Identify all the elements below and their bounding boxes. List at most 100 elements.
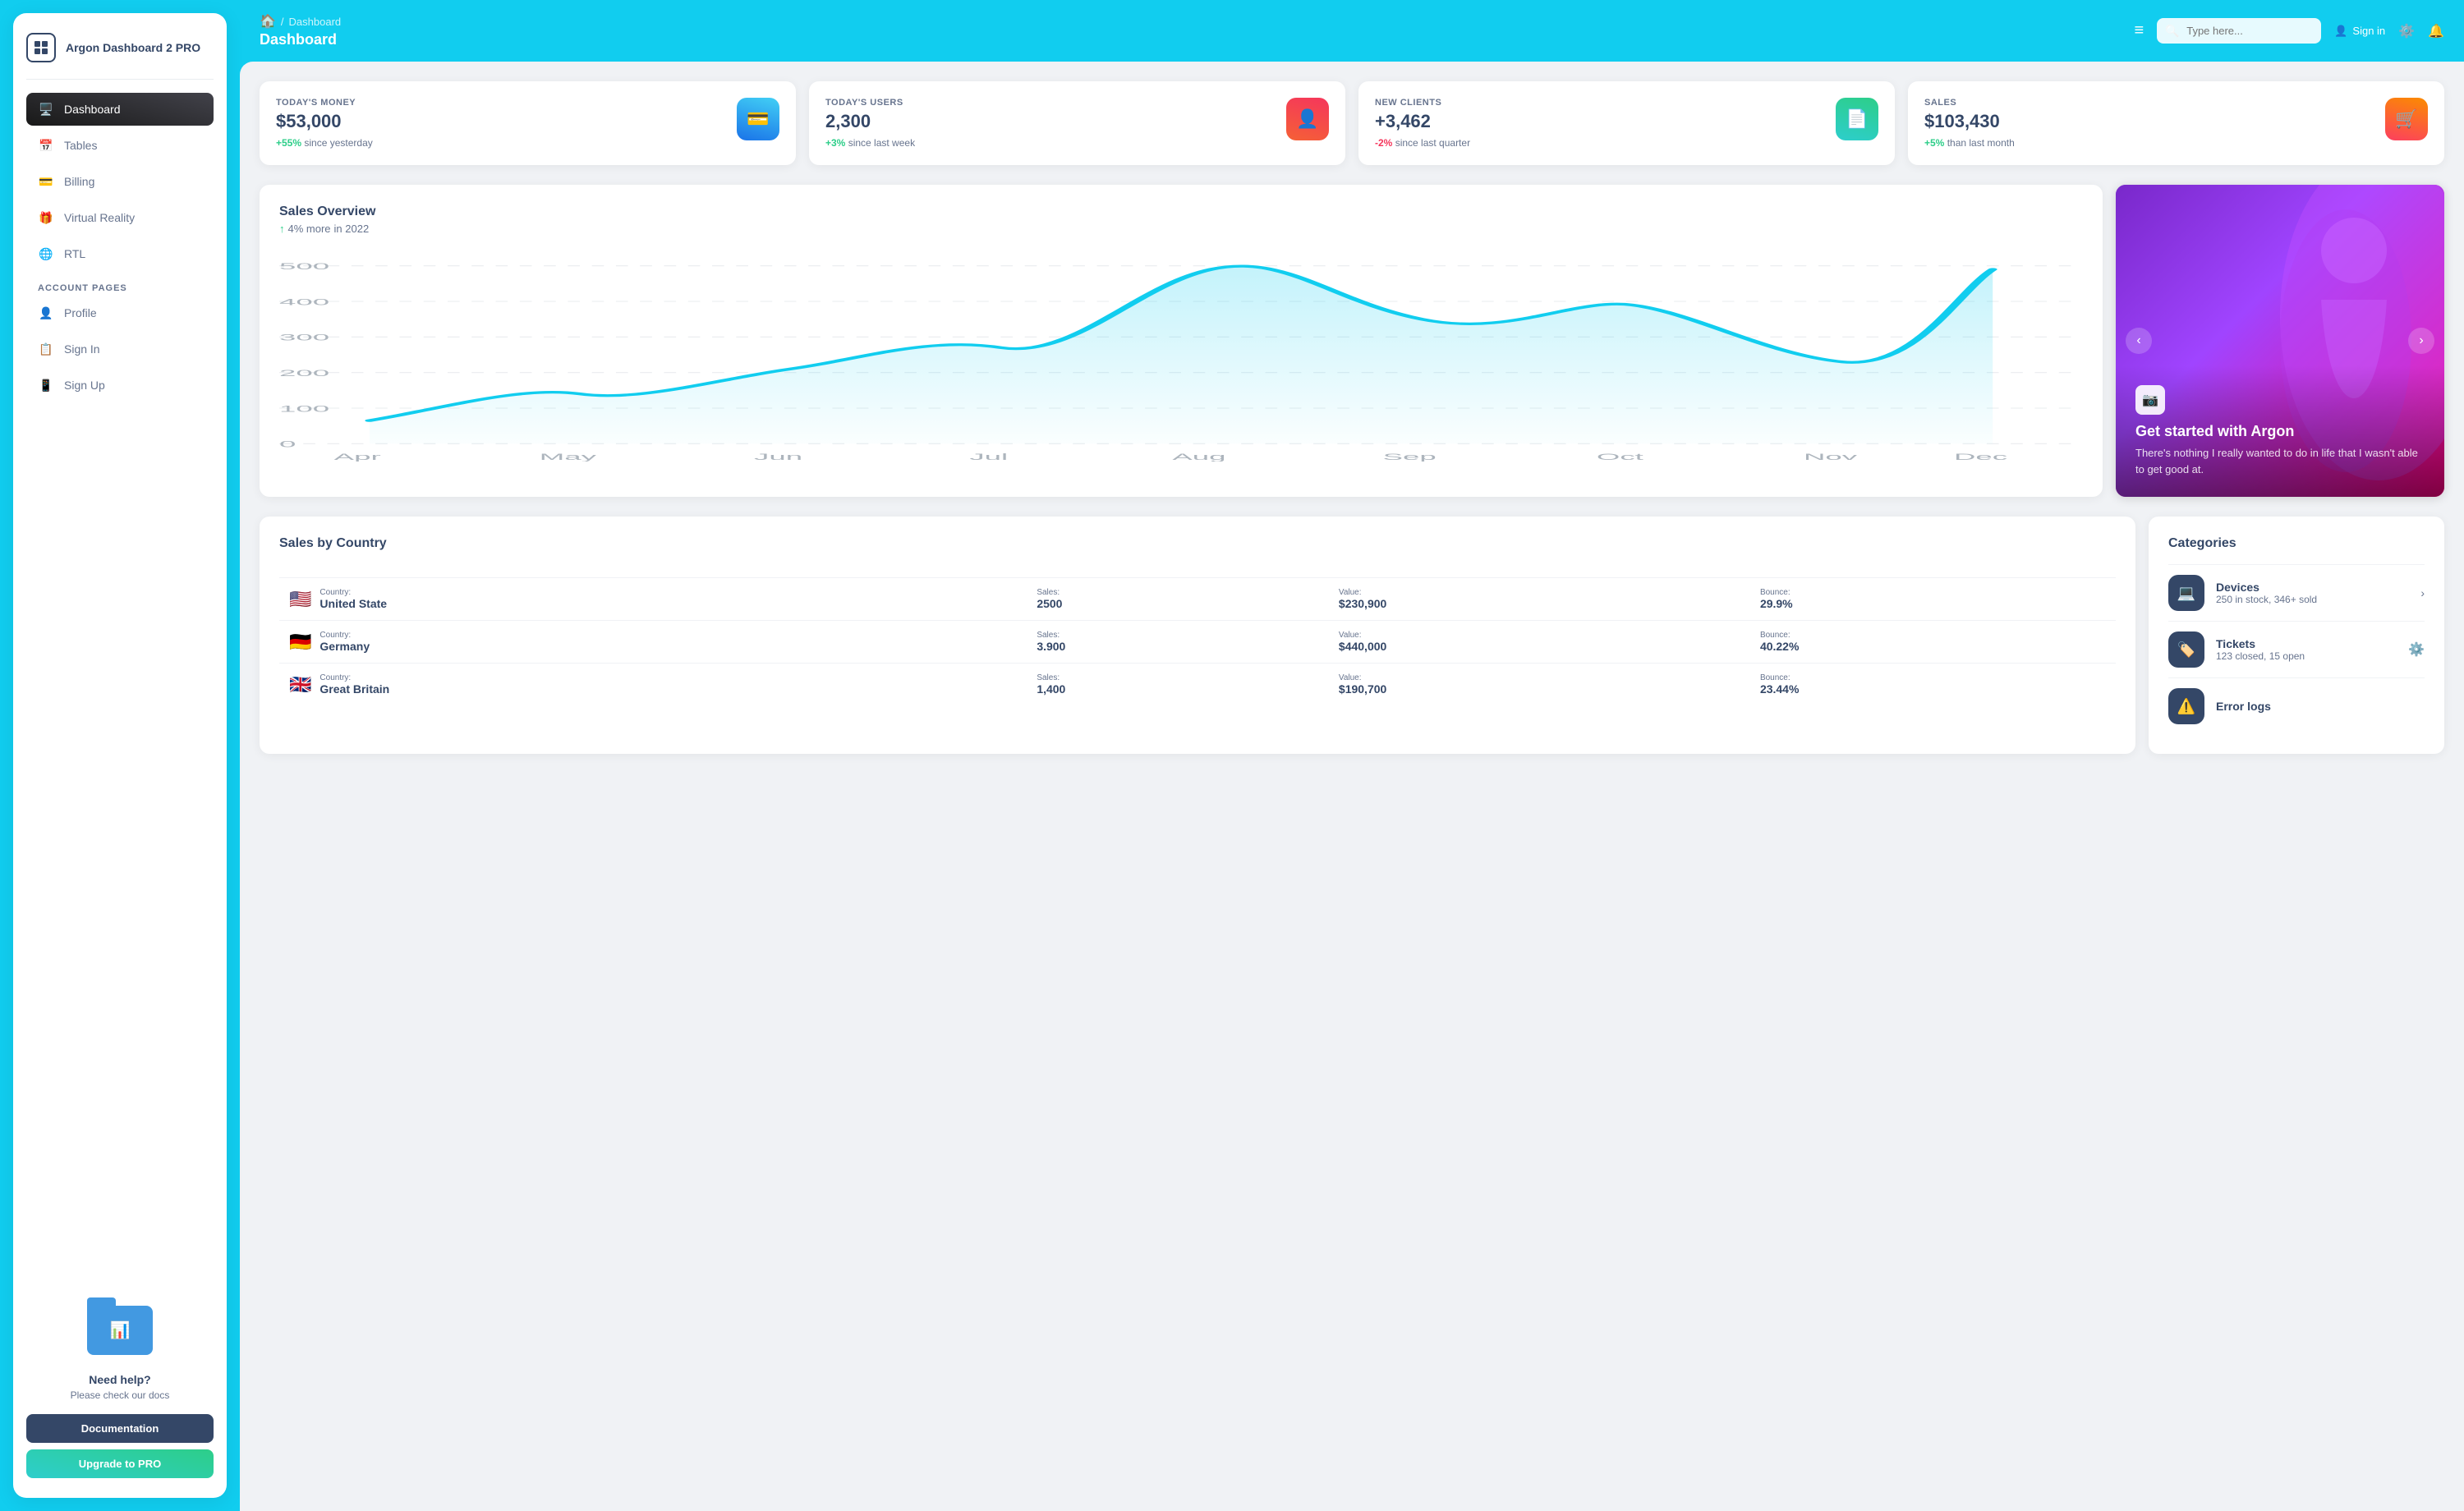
help-illustration: [83, 1306, 157, 1363]
notification-icon[interactable]: 🔔: [2428, 23, 2444, 39]
svg-text:Jul: Jul: [969, 452, 1008, 462]
category-name: Devices: [2216, 581, 2409, 594]
sign-in-button[interactable]: 👤 Sign in: [2334, 25, 2385, 38]
breadcrumb-page: Dashboard: [289, 16, 342, 28]
category-sub: 250 in stock, 346+ sold: [2216, 594, 2409, 605]
country-label: Country:: [319, 631, 370, 640]
profile-icon: 👤: [38, 305, 54, 321]
col-country: [279, 564, 1027, 578]
country-label: Country:: [319, 673, 389, 682]
sidebar-item-virtual-reality[interactable]: 🎁 Virtual Reality: [26, 201, 214, 234]
svg-text:Jun: Jun: [754, 452, 802, 462]
svg-text:0: 0: [279, 439, 296, 449]
stat-card-clients: NEW CLIENTS +3,462 -2% since last quarte…: [1358, 81, 1895, 165]
bounce-label: Bounce:: [1760, 631, 2106, 640]
col-value: [1329, 564, 1750, 578]
menu-icon[interactable]: ≡: [2135, 21, 2145, 40]
categories-card: Categories 💻 Devices 250 in stock, 346+ …: [2149, 517, 2444, 754]
promo-prev-button[interactable]: ‹: [2126, 328, 2152, 354]
promo-next-button[interactable]: ›: [2408, 328, 2434, 354]
sidebar-item-profile[interactable]: 👤 Profile: [26, 296, 214, 329]
dashboard-icon: 🖥️: [38, 101, 54, 117]
devices-icon: 💻: [2168, 575, 2204, 611]
bounce-cell: Bounce: 29.9%: [1750, 578, 2116, 621]
chevron-right-icon[interactable]: ›: [2420, 586, 2425, 599]
sidebar-item-billing[interactable]: 💳 Billing: [26, 165, 214, 198]
sales-value: 2500: [1037, 597, 1062, 610]
svg-text:Nov: Nov: [1804, 452, 1858, 462]
stat-card-info: TODAY'S MONEY $53,000 +55% since yesterd…: [276, 98, 737, 149]
stat-value: $53,000: [276, 111, 737, 132]
stat-icon-money: 💳: [737, 98, 779, 140]
breadcrumb-separator: /: [281, 16, 284, 28]
svg-text:Aug: Aug: [1172, 452, 1225, 462]
search-wrapper: 🔍: [2157, 18, 2321, 44]
stat-card-info: SALES $103,430 +5% than last month: [1924, 98, 2385, 149]
svg-text:100: 100: [279, 404, 329, 414]
sidebar-item-label: RTL: [64, 247, 85, 260]
stat-label: TODAY'S MONEY: [276, 98, 737, 108]
sales-by-country-card: Sales by Country: [260, 517, 2135, 754]
country-label: Country:: [319, 588, 387, 597]
stat-change-highlight: -2%: [1375, 137, 1392, 149]
svg-text:Apr: Apr: [334, 452, 381, 462]
stat-change: -2% since last quarter: [1375, 137, 1836, 149]
stat-change-suffix: since last quarter: [1395, 137, 1470, 149]
promo-brand-icon: 📷: [2135, 385, 2165, 415]
chart-subtitle: ↑ 4% more in 2022: [279, 223, 2083, 235]
sidebar-item-sign-up[interactable]: 📱 Sign Up: [26, 369, 214, 402]
sales-overview-card: Sales Overview ↑ 4% more in 2022 500: [260, 185, 2103, 497]
search-input[interactable]: [2157, 18, 2321, 44]
home-icon[interactable]: 🏠: [260, 13, 276, 30]
middle-section: Sales Overview ↑ 4% more in 2022 500: [260, 185, 2444, 497]
sidebar-item-sign-in[interactable]: 📋 Sign In: [26, 333, 214, 365]
sidebar-item-label: Virtual Reality: [64, 211, 135, 224]
sales-value: 3.900: [1037, 640, 1065, 653]
country-name: Great Britain: [319, 682, 389, 696]
svg-text:500: 500: [279, 261, 329, 271]
stat-card-money: TODAY'S MONEY $53,000 +55% since yesterd…: [260, 81, 796, 165]
upgrade-button[interactable]: Upgrade to PRO: [26, 1449, 214, 1478]
stat-change-suffix: since yesterday: [304, 137, 372, 149]
billing-icon: 💳: [38, 173, 54, 190]
documentation-button[interactable]: Documentation: [26, 1414, 214, 1443]
sales-cell: Sales: 3.900: [1027, 621, 1329, 664]
settings-icon[interactable]: ⚙️: [2398, 23, 2415, 39]
stat-icon-sales: 🛒: [2385, 98, 2428, 140]
sidebar-item-dashboard[interactable]: 🖥️ Dashboard: [26, 93, 214, 126]
svg-text:400: 400: [279, 297, 329, 307]
stat-label: NEW CLIENTS: [1375, 98, 1836, 108]
sidebar-item-label: Sign Up: [64, 379, 105, 392]
stat-card-sales: SALES $103,430 +5% than last month 🛒: [1908, 81, 2444, 165]
stat-change-suffix: than last month: [1947, 137, 2015, 149]
svg-text:Oct: Oct: [1597, 452, 1644, 462]
sales-label: Sales:: [1037, 631, 1319, 640]
category-info: Devices 250 in stock, 346+ sold: [2216, 581, 2409, 605]
promo-card: ‹ › 📷 Get started with Argon There's not…: [2116, 185, 2444, 497]
value-label: Value:: [1339, 631, 1740, 640]
table-row: 🇬🇧 Country: Great Britain Sales: 1,400: [279, 664, 2116, 706]
sales-label: Sales:: [1037, 588, 1319, 597]
bounce-label: Bounce:: [1760, 673, 2106, 682]
category-item-tickets: 🏷️ Tickets 123 closed, 15 open ⚙️: [2168, 621, 2425, 677]
stat-change: +55% since yesterday: [276, 137, 737, 149]
flag-wrap: 🇺🇸 Country: United State: [289, 588, 1017, 610]
sales-value: 1,400: [1037, 682, 1065, 696]
gear-icon[interactable]: ⚙️: [2408, 641, 2425, 658]
country-name: Germany: [319, 640, 370, 653]
category-name: Tickets: [2216, 637, 2397, 650]
stat-icon-users: 👤: [1286, 98, 1329, 140]
country-cell: 🇩🇪 Country: Germany: [279, 621, 1027, 664]
table-header-row: [279, 564, 2116, 578]
value-value: $440,000: [1339, 640, 1386, 653]
sidebar-item-rtl[interactable]: 🌐 RTL: [26, 237, 214, 270]
bounce-cell: Bounce: 23.44%: [1750, 664, 2116, 706]
col-bounce: [1750, 564, 2116, 578]
value-cell: Value: $190,700: [1329, 664, 1750, 706]
sidebar-item-tables[interactable]: 📅 Tables: [26, 129, 214, 162]
stat-change: +5% than last month: [1924, 137, 2385, 149]
stat-card-info: TODAY'S USERS 2,300 +3% since last week: [825, 98, 1286, 149]
chart-subtitle-highlight: 4% more: [288, 223, 331, 235]
stat-label: TODAY'S USERS: [825, 98, 1286, 108]
stat-card-users: TODAY'S USERS 2,300 +3% since last week …: [809, 81, 1345, 165]
